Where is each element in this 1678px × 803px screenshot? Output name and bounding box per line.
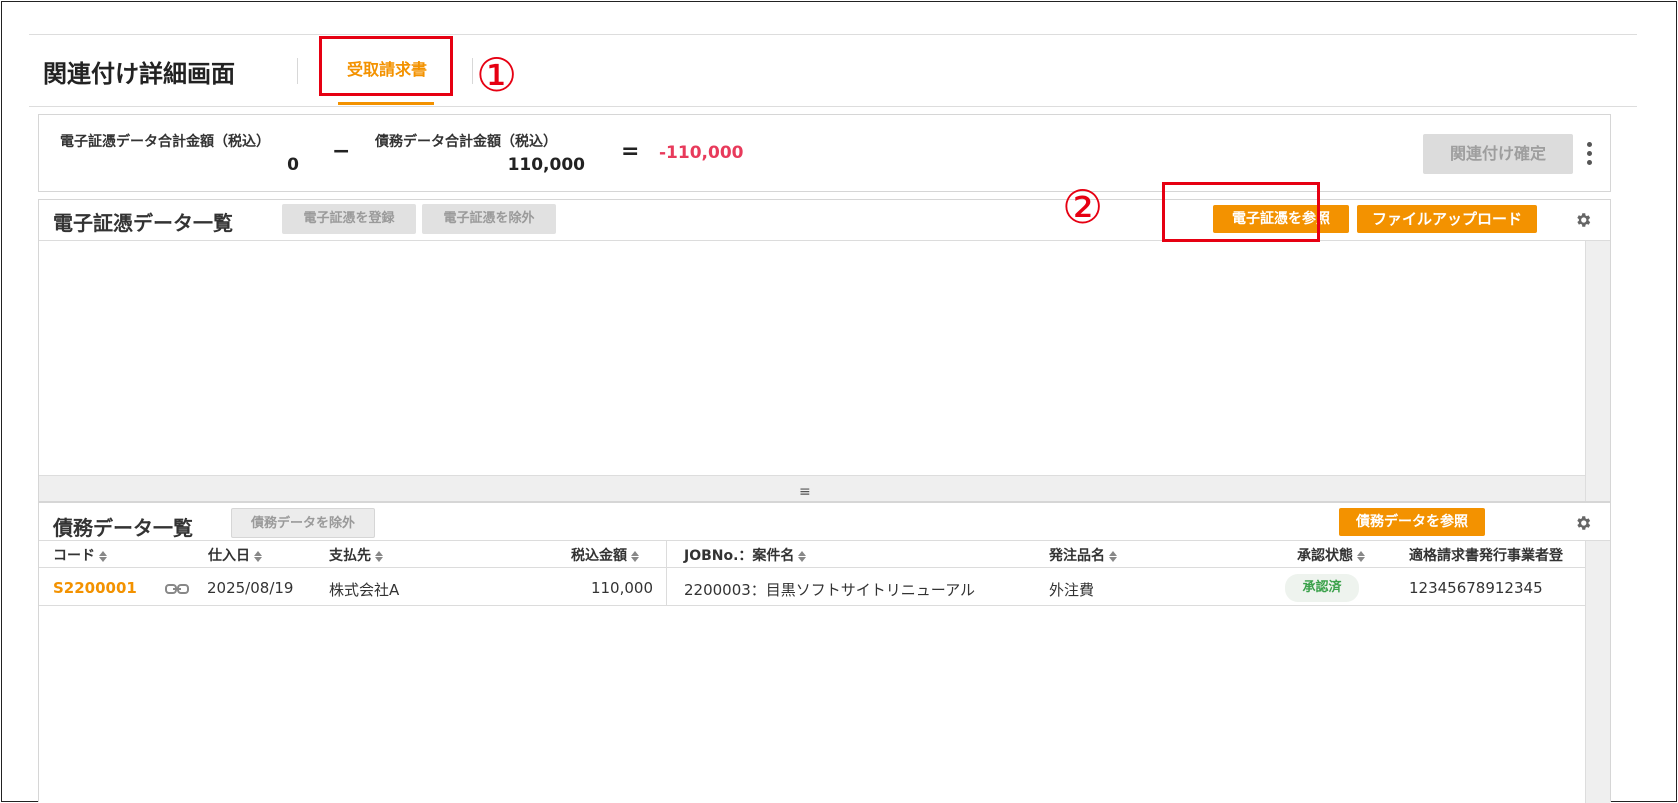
header-divider — [29, 106, 1637, 107]
sort-icon — [798, 550, 807, 562]
exclude-evidence-button[interactable]: 電子証憑を除外 — [422, 204, 556, 234]
column-header-status[interactable]: 承認状態 — [1297, 545, 1365, 565]
evidence-horizontal-scrollbar[interactable] — [39, 475, 1585, 501]
annotation-number-one: ① — [476, 48, 518, 102]
row-registration-number: 12345678912345 — [1409, 579, 1543, 597]
page-title: 関連付け詳細画面 — [43, 60, 235, 88]
evidence-vertical-scrollbar[interactable] — [1585, 241, 1610, 501]
tab-separator — [472, 58, 473, 84]
row-purchase-date: 2025/08/19 — [207, 579, 294, 597]
debt-section: 債務データ一覧 債務データを除外 債務データを参照 コード 仕入日 支払先 税込… — [38, 502, 1611, 803]
row-item: 外注費 — [1049, 581, 1095, 599]
column-header-payee[interactable]: 支払先 — [329, 545, 383, 565]
table-header-divider — [39, 567, 1585, 568]
exclude-debt-button[interactable]: 債務データを除外 — [231, 508, 375, 538]
debt-vertical-scrollbar[interactable] — [1585, 541, 1610, 803]
register-evidence-button[interactable]: 電子証憑を登録 — [282, 204, 416, 234]
sort-icon — [99, 550, 107, 562]
debt-total-label: 債務データ合計金額（税込） — [375, 134, 557, 150]
table-row-divider — [39, 605, 1585, 606]
column-header-job[interactable]: JOBNo.：案件名 — [684, 545, 807, 565]
link-icon[interactable] — [165, 583, 189, 595]
evidence-section: 電子証憑データ一覧 電子証憑を登録 電子証憑を除外 電子証憑を参照 ファイルアッ… — [38, 199, 1611, 502]
column-header-amount[interactable]: 税込金額 — [571, 545, 639, 565]
minus-operator: − — [332, 139, 351, 164]
annotation-highlight-browse — [1162, 182, 1320, 242]
sort-icon — [631, 550, 639, 562]
row-amount: 110,000 — [590, 579, 653, 597]
row-code-link[interactable]: S2200001 — [53, 579, 137, 597]
debt-toolbar-divider — [39, 540, 1610, 541]
row-payee: 株式会社A — [329, 581, 400, 599]
evidence-total-label: 電子証憑データ合計金額（税込） — [60, 134, 270, 150]
debt-total-value: 110,000 — [507, 155, 585, 175]
column-header-registration[interactable]: 適格請求書発行事業者登 — [1409, 545, 1585, 565]
evidence-section-title: 電子証憑データ一覧 — [53, 211, 233, 235]
sort-icon — [1357, 550, 1365, 562]
pane-resize-handle[interactable]: ≡ — [799, 485, 811, 499]
annotation-number-two: ② — [1062, 180, 1104, 234]
row-job: 2200003：目黒ソフトサイトリニューアル — [684, 581, 976, 599]
debt-settings-gear-icon[interactable] — [1574, 514, 1592, 532]
column-header-purchase-date[interactable]: 仕入日 — [208, 545, 262, 565]
top-divider — [29, 34, 1637, 35]
more-options-icon[interactable] — [1587, 142, 1593, 169]
annotation-highlight-tab — [319, 36, 453, 96]
status-badge: 承認済 — [1285, 574, 1359, 602]
difference-value: -110,000 — [659, 143, 744, 163]
column-header-item[interactable]: 発注品名 — [1049, 545, 1117, 565]
evidence-settings-gear-icon[interactable] — [1574, 211, 1592, 229]
summary-panel: 電子証憑データ合計金額（税込） 0 − 債務データ合計金額（税込） 110,00… — [38, 114, 1611, 192]
sort-icon — [1109, 550, 1117, 562]
confirm-association-button[interactable]: 関連付け確定 — [1423, 134, 1573, 174]
sort-icon — [375, 550, 383, 562]
title-separator — [297, 58, 298, 84]
column-divider — [666, 541, 667, 605]
sort-icon — [254, 550, 262, 562]
browse-debt-button[interactable]: 債務データを参照 — [1339, 508, 1485, 536]
equals-operator: = — [621, 139, 640, 164]
evidence-header-divider — [39, 240, 1610, 241]
evidence-total-value: 0 — [287, 155, 299, 175]
active-tab-indicator — [338, 102, 434, 105]
file-upload-button[interactable]: ファイルアップロード — [1357, 205, 1537, 233]
column-header-code[interactable]: コード — [53, 545, 107, 565]
debt-section-title: 債務データ一覧 — [53, 516, 193, 540]
